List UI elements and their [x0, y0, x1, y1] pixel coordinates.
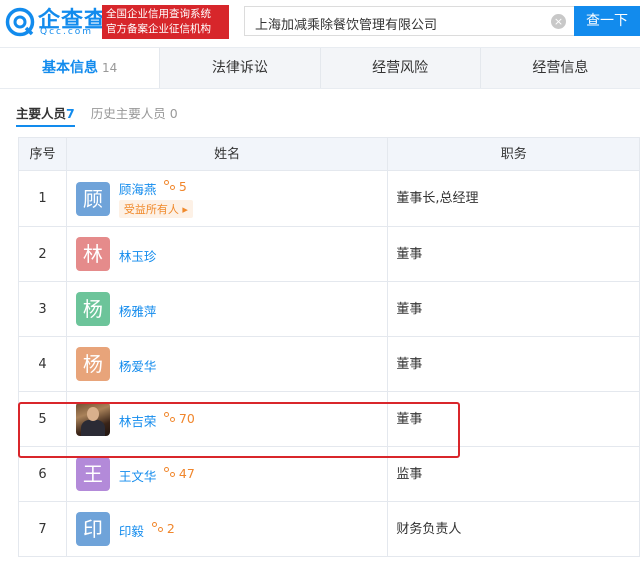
row-index: 1	[19, 171, 67, 226]
header-bar: 企查查 Qcc.com 全国企业信用查询系统 官方备案企业征信机构 上海加减乘除…	[0, 0, 640, 42]
search-input-value[interactable]: 上海加减乘除餐饮管理有限公司	[255, 14, 437, 33]
header-index: 序号	[19, 138, 67, 170]
row-name-cell: 杨 杨爱华	[67, 337, 389, 391]
relation-count[interactable]: 2	[151, 521, 175, 536]
highlight-box	[18, 402, 460, 458]
tab-basic-info-label: 基本信息	[41, 60, 98, 76]
relation-icon	[163, 180, 177, 193]
row-index: 2	[19, 227, 67, 281]
row-role: 董事	[388, 337, 640, 391]
relation-icon	[151, 522, 165, 535]
table-row: 3 杨 杨雅萍 董事	[18, 282, 640, 337]
search-input[interactable]: 上海加减乘除餐饮管理有限公司 ×	[244, 6, 574, 36]
table-row: 2 林 林玉珍 董事	[18, 227, 640, 282]
person-name-link[interactable]: 印毅	[119, 521, 144, 540]
row-index: 3	[19, 282, 67, 336]
header-name: 姓名	[67, 138, 389, 170]
sub-tabs: 主要人员7 历史主要人员 0	[16, 103, 194, 127]
relation-count[interactable]: 47	[163, 466, 195, 481]
qcc-logo-icon[interactable]	[5, 7, 35, 37]
table-row: 1 顾 顾海燕 5 受益所有人 ▸ 董事长,总经理	[18, 171, 640, 227]
person-name-link[interactable]: 杨雅萍	[119, 301, 157, 320]
row-index: 4	[19, 337, 67, 391]
subtab-key-personnel-count: 7	[66, 106, 75, 121]
subtab-key-personnel[interactable]: 主要人员7	[16, 103, 75, 127]
relation-count-value: 47	[178, 466, 195, 481]
relation-count-value: 2	[166, 521, 175, 536]
subtab-history-label: 历史主要人员	[90, 106, 166, 121]
person-name-link[interactable]: 林玉珍	[119, 246, 157, 265]
tab-basic-info[interactable]: 基本信息 14	[0, 48, 161, 88]
relation-count[interactable]: 5	[163, 179, 187, 194]
slogan-line-1: 全国企业信用查询系统	[106, 8, 211, 20]
avatar[interactable]: 杨	[75, 292, 110, 326]
row-name-cell: 印 印毅 2	[67, 502, 389, 556]
tab-basic-info-count: 14	[101, 61, 118, 75]
avatar[interactable]: 王	[75, 457, 110, 491]
subtab-key-personnel-label: 主要人员	[16, 106, 67, 121]
main-tabs: 基本信息 14 法律诉讼 经营风险 经营信息	[0, 47, 640, 89]
row-name-cell: 顾 顾海燕 5 受益所有人 ▸	[67, 171, 389, 226]
slogan-line-2: 官方备案企业征信机构	[106, 23, 211, 35]
beneficial-owner-label: 受益所有人	[123, 203, 179, 216]
subtab-history-count: 0	[169, 106, 178, 121]
row-index: 7	[19, 502, 67, 556]
avatar[interactable]: 印	[75, 512, 110, 546]
tab-risk[interactable]: 经营风险	[321, 48, 481, 88]
avatar[interactable]: 杨	[75, 347, 110, 381]
row-role: 财务负责人	[388, 502, 640, 556]
header-role: 职务	[388, 138, 640, 170]
table-header: 序号 姓名 职务	[18, 137, 640, 171]
row-role: 董事长,总经理	[388, 171, 640, 226]
person-name-link[interactable]: 顾海燕	[119, 179, 157, 198]
tab-business[interactable]: 经营信息	[481, 48, 640, 88]
person-name-link[interactable]: 王文华	[119, 466, 157, 485]
row-name-cell: 林 林玉珍	[67, 227, 389, 281]
avatar[interactable]: 林	[75, 237, 110, 271]
avatar[interactable]: 顾	[75, 182, 110, 216]
tab-legal[interactable]: 法律诉讼	[160, 48, 321, 88]
subtab-history-personnel[interactable]: 历史主要人员 0	[91, 103, 178, 127]
row-role: 董事	[388, 227, 640, 281]
beneficial-owner-badge[interactable]: 受益所有人 ▸	[118, 200, 193, 218]
relation-count-value: 5	[178, 179, 187, 194]
row-name-cell: 杨 杨雅萍	[67, 282, 389, 336]
clear-icon[interactable]: ×	[551, 14, 566, 29]
relation-icon	[163, 467, 177, 480]
person-name-link[interactable]: 杨爱华	[119, 356, 157, 375]
table-row: 4 杨 杨爱华 董事	[18, 337, 640, 392]
table-row: 7 印 印毅 2 财务负责人	[18, 502, 640, 557]
search-button[interactable]: 查一下	[574, 6, 640, 36]
row-role: 董事	[388, 282, 640, 336]
personnel-table: 序号 姓名 职务 1 顾 顾海燕 5 受益所有人 ▸ 董事长,总经理 2 林 林…	[18, 137, 640, 557]
slogan-badge: 全国企业信用查询系统 官方备案企业征信机构	[102, 5, 229, 39]
logo-subtext: Qcc.com	[40, 27, 94, 37]
